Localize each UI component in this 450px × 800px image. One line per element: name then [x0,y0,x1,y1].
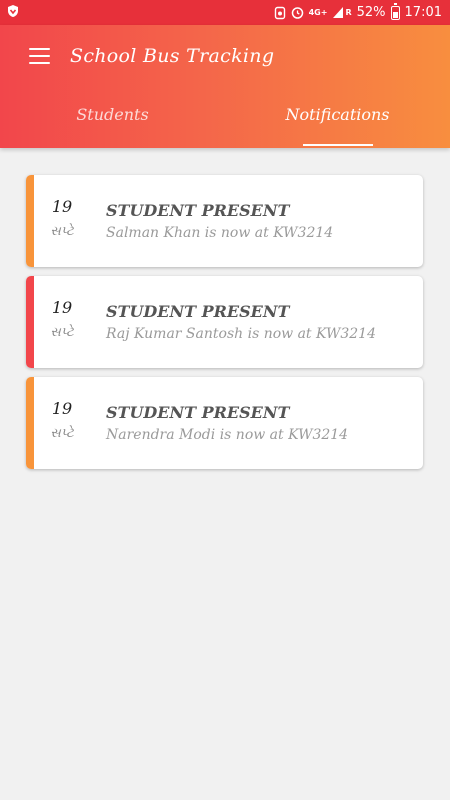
shield-icon [6,4,20,22]
tab-notifications-label: Notifications [285,105,390,124]
notification-month: સપ્ટે [50,426,74,441]
status-bar: 4G+ R 52% 17:01 [0,0,450,25]
tab-indicator [303,144,373,146]
toolbar: School Bus Tracking [0,25,450,91]
notification-message: Raj Kumar Santosh is now at KW3214 [106,326,376,342]
status-left [6,4,20,22]
battery-icon [390,2,400,20]
app-bar: School Bus Tracking Students Notificatio… [0,25,450,148]
notification-date: 19 સપ્ટે [44,197,80,239]
tab-notifications[interactable]: Notifications [225,105,450,148]
notification-month: સપ્ટે [50,224,74,239]
battery-percent: 52% [356,5,386,20]
alarm-icon [291,6,304,19]
notification-day: 19 [51,298,73,317]
network-type-label: 4G+ [308,8,328,17]
notification-day: 19 [51,399,73,418]
signal-icon [332,6,344,19]
notification-card[interactable]: 19 સપ્ટે STUDENT PRESENT Salman Khan is … [26,175,423,267]
notification-accent-bar [26,377,34,469]
notification-accent-bar [26,276,34,368]
notification-month: સપ્ટે [50,325,74,340]
sim-icon [274,6,286,20]
clock: 17:01 [404,5,442,20]
tab-students-label: Students [76,105,149,124]
notification-day: 19 [51,197,73,216]
notification-accent-bar [26,175,34,267]
notification-message: Narendra Modi is now at KW3214 [106,427,349,443]
notification-date: 19 સપ્ટે [44,399,80,441]
notification-card[interactable]: 19 સપ્ટે STUDENT PRESENT Narendra Modi i… [26,377,423,469]
tab-bar: Students Notifications [0,105,450,148]
page-title: School Bus Tracking [70,45,275,67]
notification-title: STUDENT PRESENT [106,403,290,422]
menu-icon[interactable] [29,48,50,64]
roaming-label: R [345,8,352,17]
notification-message: Salman Khan is now at KW3214 [106,225,334,241]
tab-students[interactable]: Students [0,105,225,148]
notification-title: STUDENT PRESENT [106,302,290,321]
notification-title: STUDENT PRESENT [106,201,290,220]
status-right: 4G+ R 52% 17:01 [274,2,442,20]
notification-date: 19 સપ્ટે [44,298,80,340]
notification-card[interactable]: 19 સપ્ટે STUDENT PRESENT Raj Kumar Santo… [26,276,423,368]
notification-list: 19 સપ્ટે STUDENT PRESENT Salman Khan is … [26,175,423,478]
